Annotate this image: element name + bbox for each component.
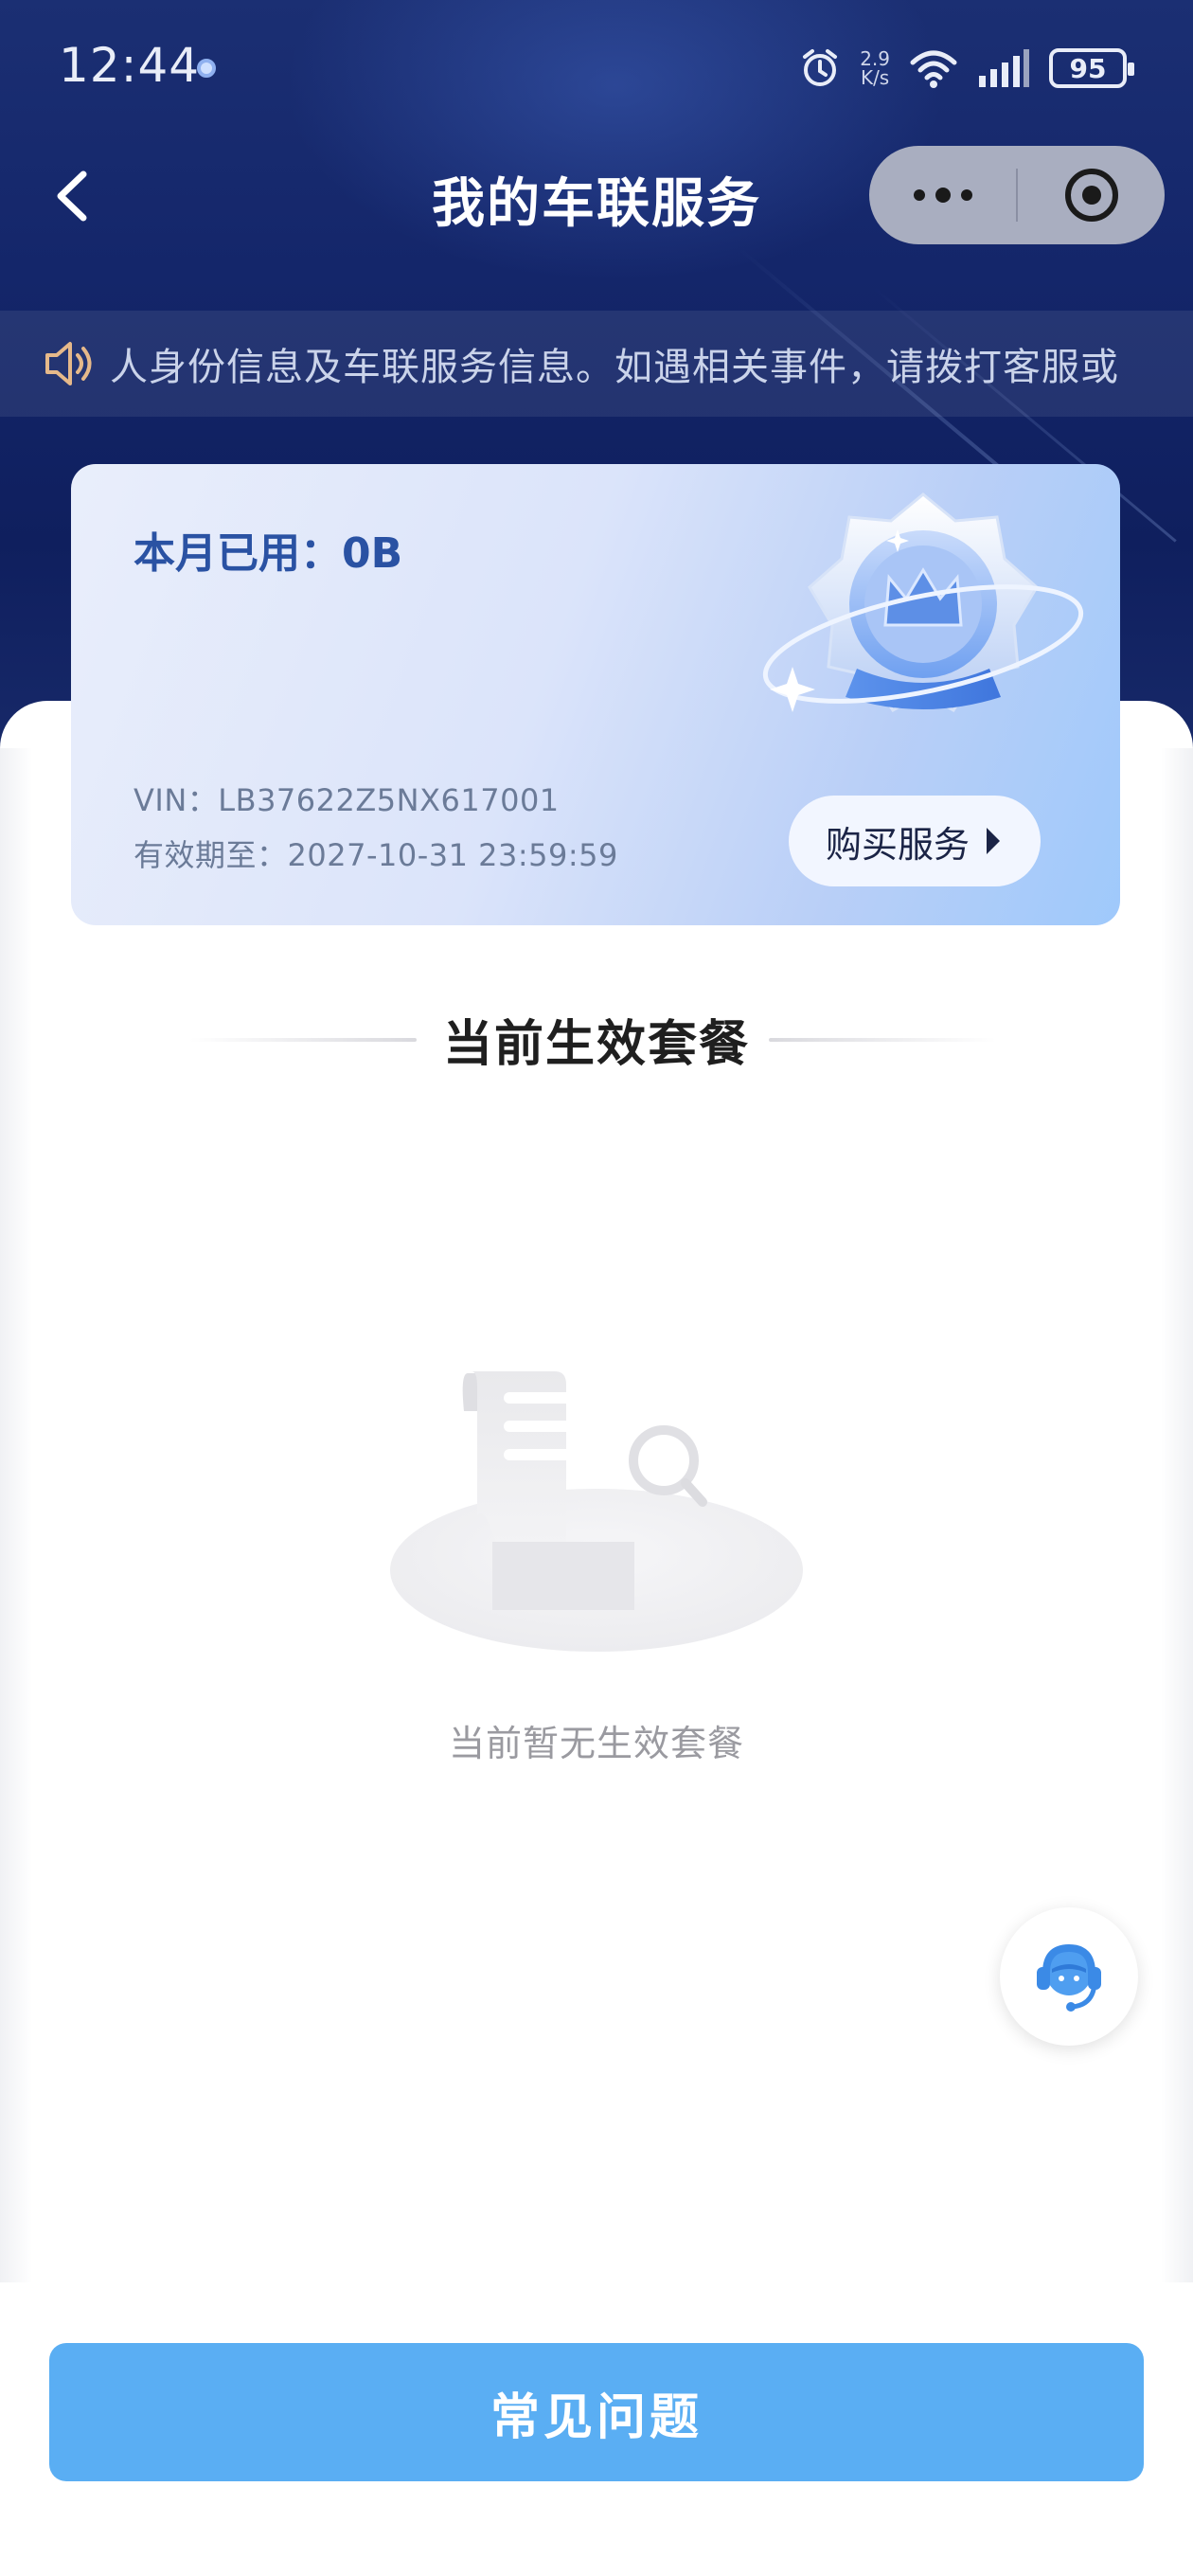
close-button[interactable] <box>1018 146 1165 244</box>
panel-edge <box>1161 748 1193 2282</box>
status-notification-icon <box>197 59 216 78</box>
network-speed: 2.9 K/s <box>860 47 890 89</box>
service-card: 本月已用：0B VIN：LB37622Z5NX617001 有效期至：2027-… <box>71 464 1120 925</box>
target-close-icon <box>1064 169 1118 222</box>
wifi-icon <box>910 50 957 88</box>
alarm-icon <box>803 49 838 86</box>
nav-bar: 我的车联服务 <box>0 142 1193 256</box>
miniprogram-capsule <box>869 146 1165 244</box>
crown-medal-icon <box>762 492 1084 712</box>
chevron-right-icon <box>987 828 1000 854</box>
battery-indicator: 95 <box>1049 48 1134 88</box>
current-plans-title: 当前生效套餐 <box>442 1016 750 1073</box>
panel-edge <box>0 748 32 2282</box>
status-bar: 12:44 2.9 K/s 95 <box>0 0 1193 137</box>
customer-service-icon <box>1037 1943 1101 2012</box>
buy-service-label: 购买服务 <box>825 823 970 866</box>
monthly-usage: 本月已用：0B <box>134 529 403 578</box>
expiry-text: 有效期至：2027-10-31 23:59:59 <box>134 837 618 873</box>
vin-text: VIN：LB37622Z5NX617001 <box>134 782 560 818</box>
more-button[interactable] <box>869 146 1016 244</box>
status-time: 12:44 <box>59 38 201 93</box>
faq-button[interactable]: 常见问题 <box>49 2343 1144 2481</box>
empty-document-icon <box>390 1371 803 1652</box>
notice-text: 人身份信息及车联服务信息。如遇相关事件，请拨打客服或 <box>110 346 1119 389</box>
empty-state-text: 当前暂无生效套餐 <box>448 1723 744 1764</box>
more-dots-icon <box>913 188 972 203</box>
notice-bar[interactable]: 人身份信息及车联服务信息。如遇相关事件，请拨打客服或 <box>0 311 1193 417</box>
title-divider-right <box>769 1038 996 1042</box>
status-icons: 2.9 K/s 95 <box>799 44 1134 93</box>
buy-service-button[interactable]: 购买服务 <box>789 796 1041 886</box>
speaker-icon <box>45 342 92 385</box>
signal-icon <box>979 49 1029 87</box>
customer-service-button[interactable] <box>1000 1907 1138 2046</box>
